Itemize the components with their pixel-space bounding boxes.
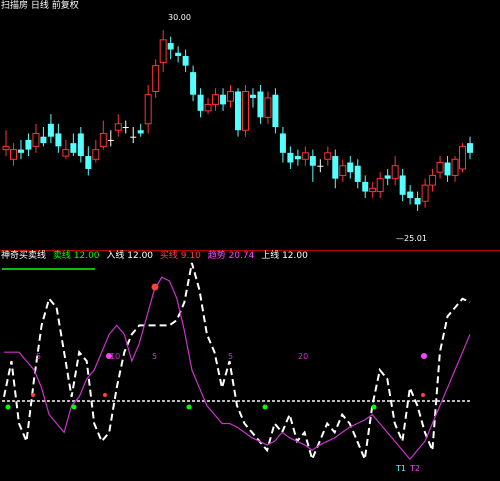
candle-body <box>414 198 421 205</box>
signal-marker <box>5 404 11 410</box>
bottom-signal-label: T1 <box>396 464 406 473</box>
indicator-chart <box>2 262 471 463</box>
signal-marker <box>371 404 377 410</box>
candle-body <box>421 184 429 202</box>
candle-body <box>436 162 444 173</box>
candle-body <box>309 156 316 166</box>
candle-body <box>40 136 47 144</box>
indicator-panel: 神奇买卖线 卖线 12.00 入线 12.00 买线 9.10 趋势 20.74… <box>0 251 500 481</box>
candle-body <box>144 94 152 125</box>
signal-marker <box>71 404 77 410</box>
bottom-signal-label: T2 <box>410 464 420 473</box>
candle-body <box>459 145 467 170</box>
indicator-item-upper: 上线 12.00 <box>261 251 308 261</box>
signal-marker <box>421 353 427 359</box>
candle-body <box>467 143 473 153</box>
level-label: 10 <box>110 352 121 361</box>
candle-body <box>235 91 241 131</box>
candle-body <box>32 132 40 147</box>
candle-body <box>264 97 272 118</box>
candle-body <box>197 94 204 111</box>
candle-body <box>2 145 10 151</box>
candle-body <box>347 162 354 173</box>
candle-body <box>324 152 332 160</box>
level-label: 5 <box>36 352 42 361</box>
candle-body <box>92 149 100 160</box>
candle-body <box>369 187 377 193</box>
trend-line <box>4 276 471 461</box>
low-price-label: —25.01 <box>396 234 427 243</box>
candle-body <box>122 127 129 128</box>
candle-body <box>279 133 286 153</box>
signal-marker <box>103 393 107 397</box>
candle-body <box>70 143 77 153</box>
signal-marker <box>186 404 192 410</box>
indicator-item-buy: 买线 9.10 <box>159 251 201 261</box>
candle-body <box>317 165 324 167</box>
candle-body <box>204 103 212 112</box>
candle-body <box>47 123 54 137</box>
candle-body <box>339 165 347 176</box>
level-label: 5 <box>152 352 158 361</box>
candle-body <box>212 94 220 105</box>
candle-body <box>62 149 70 157</box>
candle-body <box>107 139 114 141</box>
candle-body <box>391 165 399 180</box>
candle-body <box>190 72 197 95</box>
candle-body <box>272 94 279 127</box>
candle-body <box>399 175 406 195</box>
candle-body <box>182 55 189 66</box>
candle-body <box>257 91 264 118</box>
candle-body <box>301 152 309 160</box>
candle-body <box>167 43 174 50</box>
candle-body <box>77 133 84 157</box>
candle-body <box>287 152 294 163</box>
candle-body <box>152 65 160 92</box>
candle-body <box>220 94 227 105</box>
chart-title: 扫描房 日线 前复权 <box>1 1 79 11</box>
candle-body <box>444 162 451 176</box>
indicator-item-entry: 入线 12.00 <box>106 251 154 261</box>
candle-body <box>175 52 182 56</box>
candle-body <box>137 130 144 134</box>
candlestick-chart <box>2 30 473 211</box>
candle-body <box>99 132 107 147</box>
candle-body <box>294 156 301 160</box>
candle-body <box>130 136 137 138</box>
candle-body <box>55 133 62 147</box>
entry-line <box>3 262 471 463</box>
candle-body <box>429 174 437 186</box>
high-price-label: 30.00 <box>168 13 191 22</box>
signal-marker <box>262 404 268 410</box>
candle-body <box>25 139 32 150</box>
candle-body <box>227 90 235 102</box>
candle-body <box>249 94 256 98</box>
candle-body <box>9 149 17 160</box>
candle-body <box>384 175 391 179</box>
candle-body <box>332 156 339 179</box>
candle-body <box>17 149 24 153</box>
indicator-item-trend: 趋势 20.74 <box>207 251 255 261</box>
candle-body <box>159 39 167 63</box>
indicator-header: 神奇买卖线 卖线 12.00 入线 12.00 买线 9.10 趋势 20.74… <box>1 251 308 262</box>
candle-body <box>85 156 92 169</box>
candle-body <box>114 123 122 131</box>
candle-body <box>407 191 414 199</box>
signal-marker <box>151 283 159 291</box>
indicator-name: 神奇买卖线 <box>1 251 47 261</box>
candle-body <box>362 181 369 192</box>
signal-marker <box>31 393 35 397</box>
price-chart-panel: 扫描房 日线 前复权 30.00 —25.01 <box>0 0 500 250</box>
candle-body <box>241 90 249 131</box>
candle-body <box>376 178 384 193</box>
candle-body <box>354 165 361 182</box>
level-label: 5 <box>228 352 234 361</box>
indicator-item-sell: 卖线 12.00 <box>52 251 100 261</box>
level-label: 20 <box>298 352 309 361</box>
signal-marker <box>421 393 425 397</box>
candle-body <box>451 158 459 176</box>
